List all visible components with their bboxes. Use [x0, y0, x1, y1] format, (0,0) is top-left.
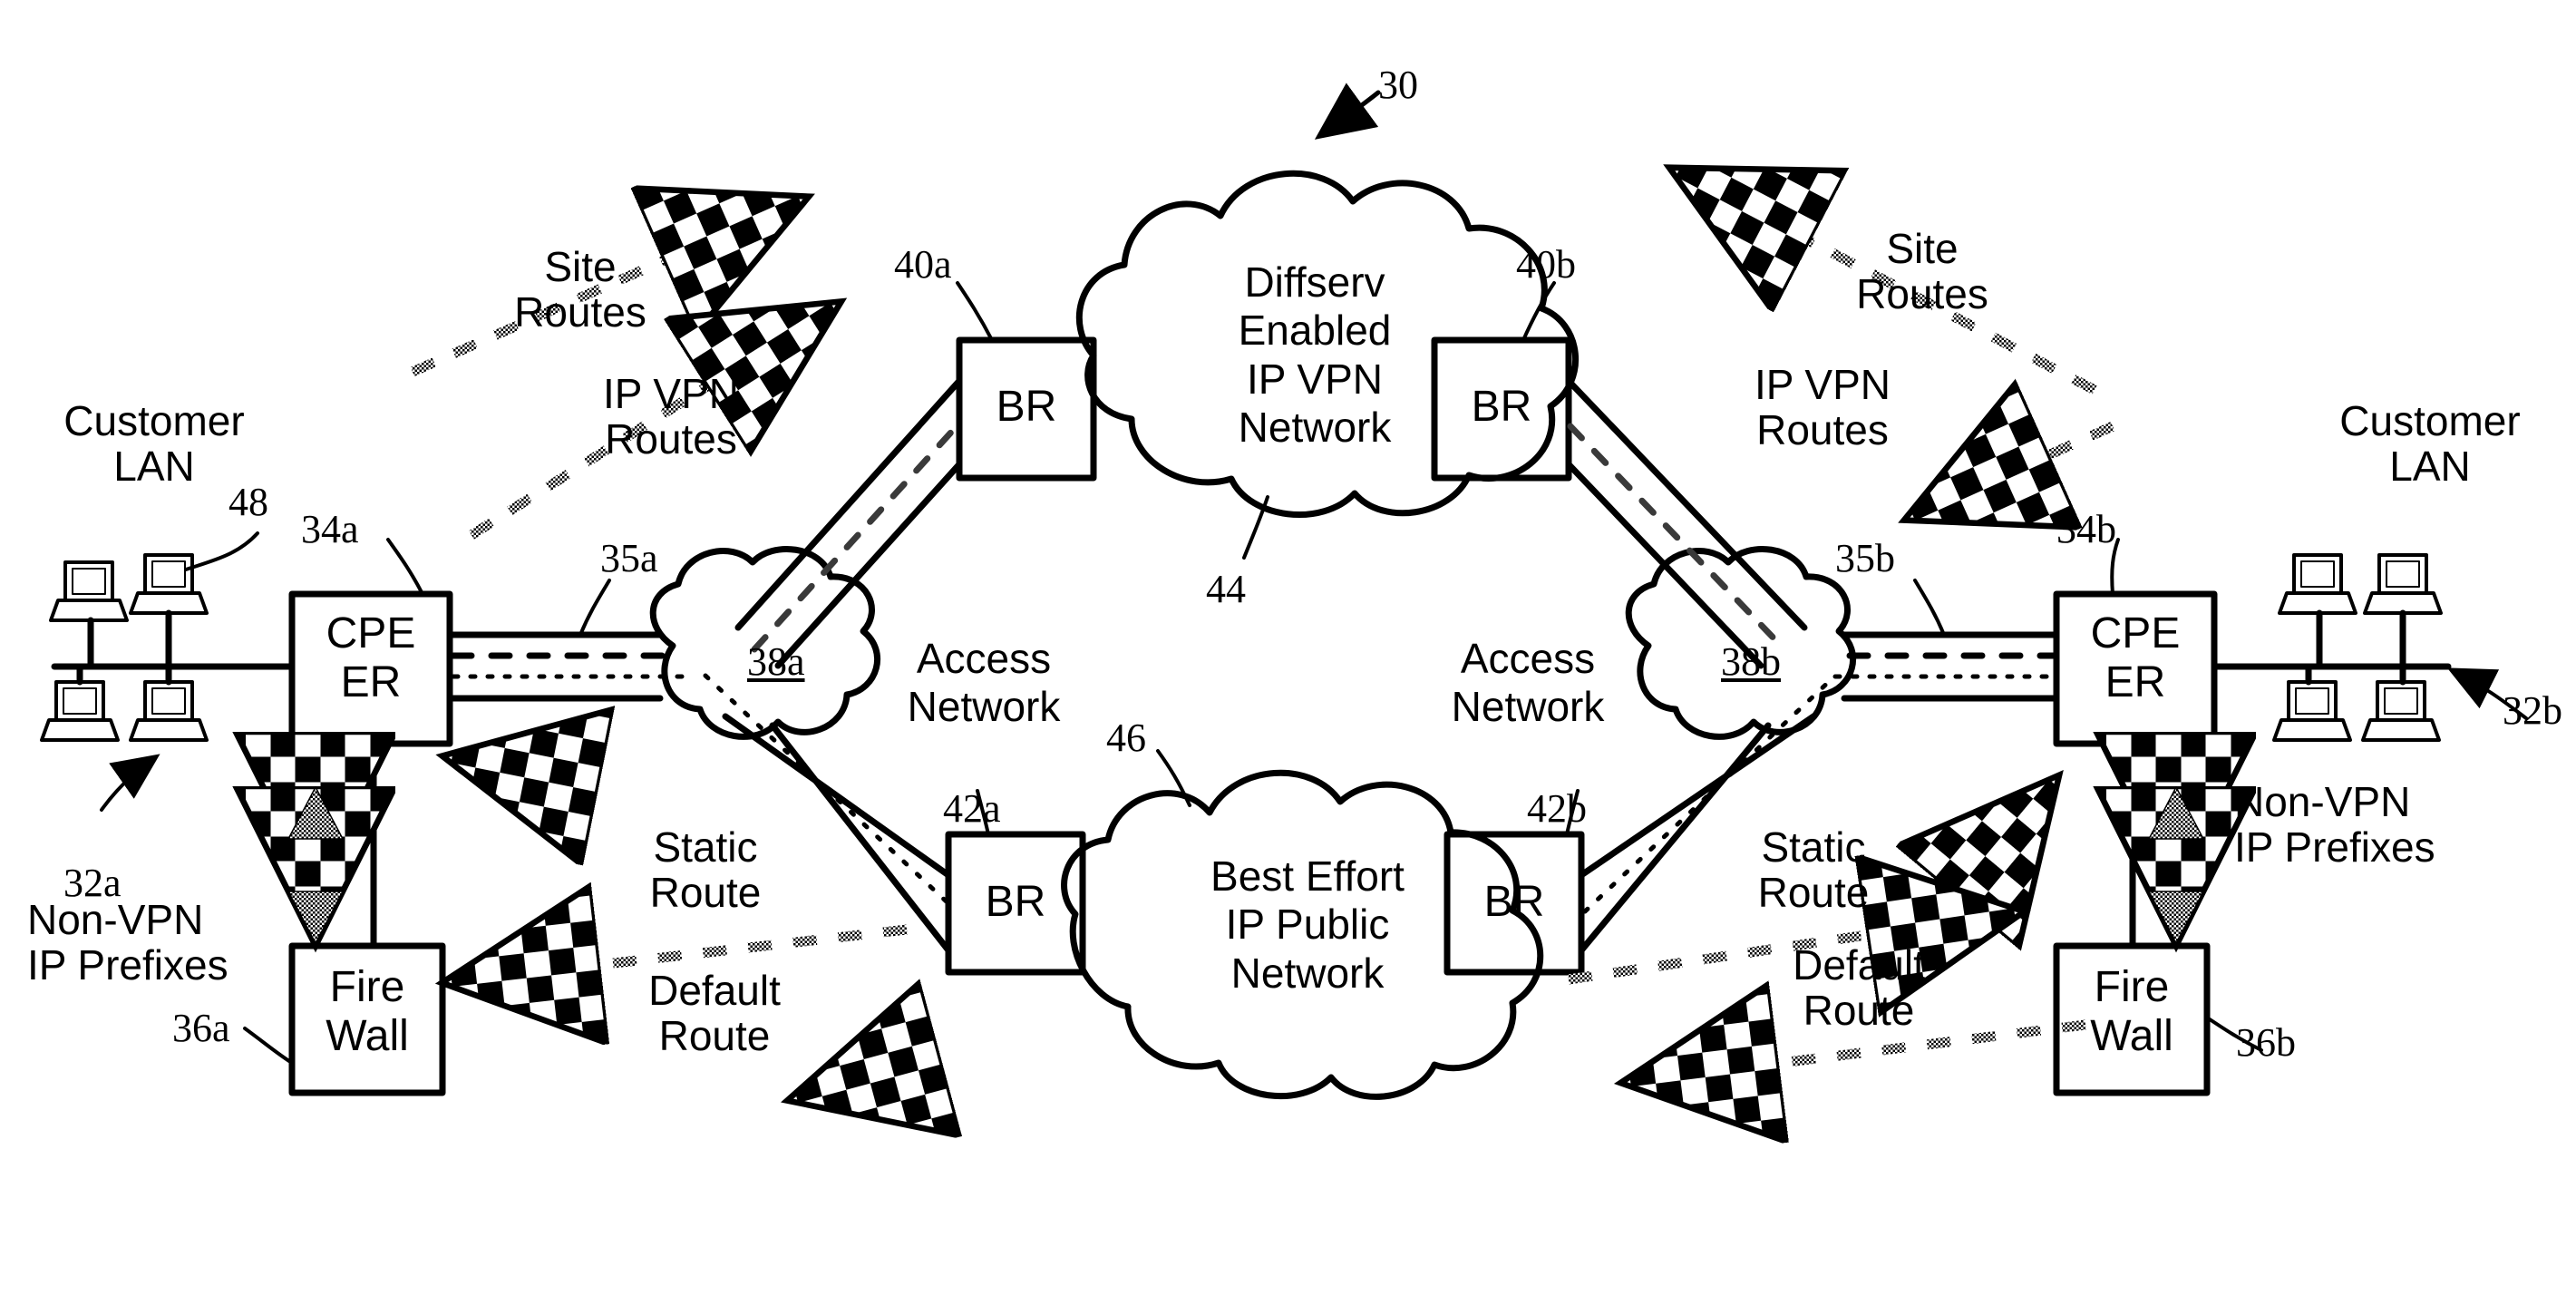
ip-vpn-routes-left: IP VPN Routes — [603, 370, 739, 463]
access-link-ref-35a: 35a — [600, 536, 658, 580]
firewall-ref-36a: 36a — [172, 1006, 230, 1050]
br-bottom-right[interactable]: BR — [1447, 878, 1581, 927]
customer-lan-left-title: Customer LAN — [63, 397, 245, 490]
default-route-left: Default Route — [648, 967, 781, 1059]
figure-ref-30: 30 — [1378, 63, 1418, 107]
default-route-right: Default Route — [1793, 941, 1925, 1034]
non-vpn-prefixes-right: Non-VPN IP Prefixes — [2234, 778, 2435, 871]
access-network-right-label: Access Network — [1451, 635, 1605, 731]
diffserv-cloud-ref-44: 44 — [1206, 567, 1246, 611]
cpe-er-right[interactable]: CPE ER — [2056, 609, 2214, 707]
firewall-left[interactable]: Fire Wall — [292, 963, 442, 1061]
site-routes-right: Site Routes — [1856, 225, 1988, 317]
best-effort-cloud-label: Best Effort IP Public Network — [1210, 852, 1405, 997]
access-link-ref-35b: 35b — [1835, 536, 1895, 580]
firewall-ref-36b: 36b — [2236, 1020, 2296, 1065]
site-routes-left: Site Routes — [514, 243, 646, 336]
customer-lan-right-title: Customer LAN — [2339, 397, 2521, 490]
best-effort-cloud-ref-46: 46 — [1106, 716, 1146, 760]
br-ref-40b: 40b — [1516, 242, 1576, 287]
static-route-left: Static Route — [649, 823, 762, 916]
br-top-right[interactable]: BR — [1434, 383, 1569, 432]
br-ref-42b: 42b — [1527, 786, 1587, 831]
cpe-ref-34a: 34a — [301, 507, 359, 551]
lan-ref-32b: 32b — [2503, 688, 2562, 733]
cpe-er-left[interactable]: CPE ER — [292, 609, 450, 707]
br-bottom-left[interactable]: BR — [948, 878, 1083, 927]
br-top-left[interactable]: BR — [959, 383, 1094, 432]
diagram-canvas: 30 Customer LAN 48 32a Non-VPN IP Prefix… — [0, 0, 2576, 1305]
static-route-right: Static Route — [1757, 823, 1870, 916]
br-ref-42a: 42a — [943, 786, 1001, 831]
access-cloud-ref-38a: 38a — [747, 639, 805, 684]
non-vpn-prefixes-left: Non-VPN IP Prefixes — [27, 896, 228, 988]
access-network-left-label: Access Network — [907, 635, 1061, 731]
br-ref-40a: 40a — [894, 242, 952, 287]
ip-vpn-routes-right: IP VPN Routes — [1755, 361, 1891, 453]
firewall-right[interactable]: Fire Wall — [2056, 963, 2207, 1061]
access-cloud-ref-38b: 38b — [1721, 639, 1781, 684]
host-ref-48: 48 — [228, 480, 268, 524]
cpe-ref-34b: 34b — [2056, 507, 2116, 551]
